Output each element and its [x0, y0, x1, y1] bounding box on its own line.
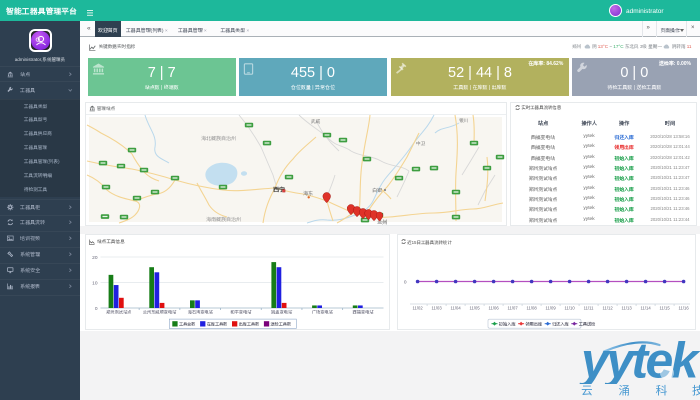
- svg-text:银川: 银川: [459, 117, 469, 124]
- svg-text:0: 0: [94, 306, 97, 312]
- svg-text:兰州东威顺变电站: 兰州东威顺变电站: [142, 310, 176, 316]
- svg-text:11/05: 11/05: [469, 305, 480, 310]
- svg-text:11/08: 11/08: [526, 305, 537, 310]
- svg-text:0: 0: [404, 279, 407, 285]
- svg-text:白银: 白银: [372, 187, 383, 194]
- svg-text:20: 20: [92, 255, 98, 261]
- svg-text:和平变电站: 和平变电站: [230, 310, 252, 316]
- svg-text:11/03: 11/03: [431, 305, 442, 310]
- svg-text:11/06: 11/06: [488, 305, 499, 310]
- svg-text:海东: 海东: [303, 190, 313, 197]
- svg-text:11/13: 11/13: [621, 305, 632, 310]
- svg-text:领用出库: 领用出库: [524, 321, 543, 327]
- svg-text:郑州测试站点: 郑州测试站点: [106, 310, 132, 316]
- svg-text:技: 技: [692, 383, 700, 399]
- svg-text:11/14: 11/14: [640, 305, 651, 310]
- svg-text:西福变电站: 西福变电站: [352, 310, 374, 316]
- svg-text:出库工具数: 出库工具数: [238, 322, 259, 328]
- svg-text:武威: 武威: [310, 119, 321, 125]
- svg-text:初始入库: 初始入库: [499, 321, 517, 327]
- svg-text:11/04: 11/04: [450, 305, 461, 310]
- svg-text:yytek: yytek: [578, 333, 700, 389]
- svg-text:11/09: 11/09: [545, 305, 556, 310]
- svg-text:海石湾变电站: 海石湾变电站: [187, 310, 213, 316]
- svg-text:送检工具数: 送检工具数: [269, 322, 291, 328]
- svg-text:11/10: 11/10: [564, 305, 575, 310]
- svg-text:11/15: 11/15: [659, 305, 670, 310]
- svg-text:涌: 涌: [619, 383, 631, 399]
- svg-text:11/02: 11/02: [412, 305, 423, 310]
- svg-text:11/16: 11/16: [678, 305, 689, 310]
- svg-text:科: 科: [656, 383, 668, 399]
- svg-text:10: 10: [92, 281, 98, 287]
- svg-text:海南藏族自治州: 海南藏族自治州: [206, 216, 241, 223]
- svg-text:11/11: 11/11: [583, 305, 594, 310]
- svg-text:中卫: 中卫: [416, 141, 426, 147]
- svg-text:工具送检: 工具送检: [578, 320, 596, 327]
- svg-text:姚孟变电站: 姚孟变电站: [270, 310, 293, 316]
- svg-text:工具总数: 工具总数: [178, 322, 195, 328]
- svg-text:云: 云: [581, 383, 593, 399]
- svg-text:广场变电站: 广场变电站: [310, 310, 333, 316]
- svg-text:归还入库: 归还入库: [552, 321, 570, 327]
- svg-text:11/12: 11/12: [602, 305, 613, 310]
- svg-text:海北藏族自治州: 海北藏族自治州: [201, 135, 236, 142]
- svg-text:在库工具数: 在库工具数: [206, 322, 227, 328]
- svg-text:11/07: 11/07: [507, 305, 518, 310]
